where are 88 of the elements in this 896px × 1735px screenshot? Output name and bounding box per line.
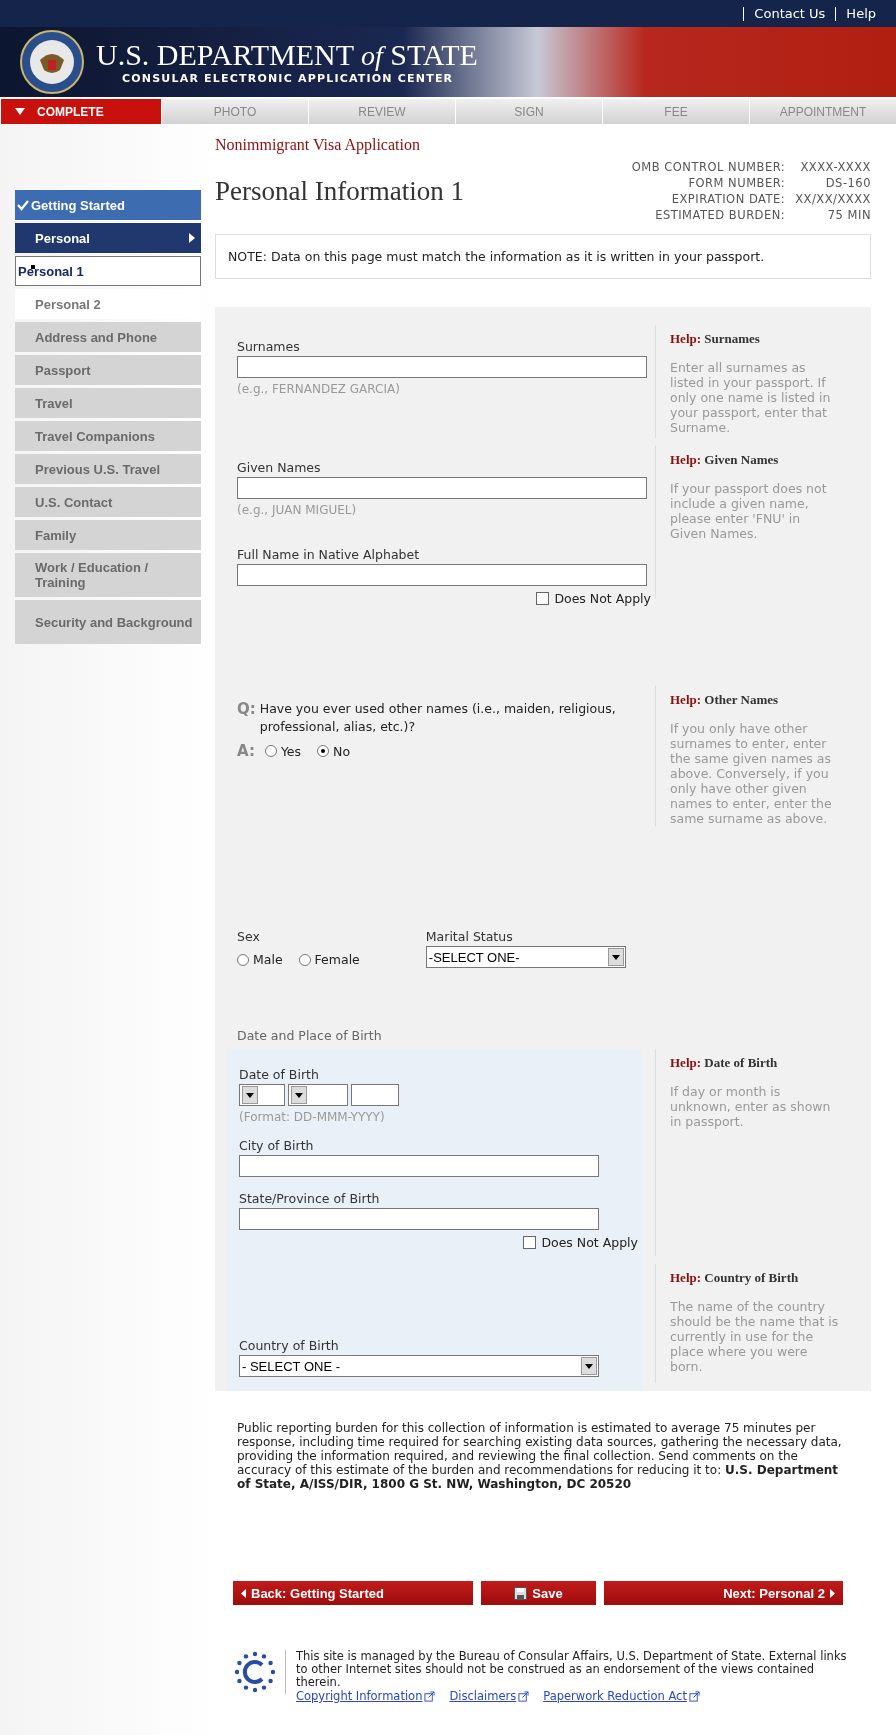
star-ring-logo-icon (233, 1650, 286, 1694)
radio-option[interactable]: Yes (264, 743, 302, 759)
field-label: Country of Birth (239, 1338, 340, 1353)
sidebar-item[interactable]: Address and Phone (15, 322, 201, 352)
save-button[interactable]: Save (481, 1581, 596, 1605)
application-title: Nonimmigrant Visa Application (215, 136, 421, 154)
sidebar-item[interactable]: Security and Background (15, 600, 201, 644)
text-field[interactable] (237, 477, 647, 499)
field-label: State/Province of Birth (239, 1191, 381, 1206)
text-field[interactable] (239, 1208, 599, 1230)
field-label: Date of Birth (239, 1067, 320, 1082)
field-hint: (Format: DD-MMM-YYYY) (239, 1110, 386, 1124)
header-link[interactable]: Contact Us (743, 6, 836, 21)
help-text: If day or month is unknown, enter as shown in passport. (670, 1084, 831, 1129)
field-label: City of Birth (239, 1138, 315, 1153)
step-tab[interactable]: COMPLETE (0, 99, 161, 124)
help-title: Help: Given Names (670, 452, 780, 467)
field-hint: (e.g., JUAN MIGUEL) (237, 503, 358, 517)
month-select[interactable] (288, 1084, 348, 1106)
select-field[interactable]: -SELECT ONE- (425, 946, 626, 968)
help-text: The name of the country should be the name that is currently in use for the place where you were born. (670, 1299, 839, 1374)
sidebar-item[interactable]: Travel Companions (15, 421, 201, 451)
note-text: NOTE: Data on this page must match the information as it is written in your passport. (215, 234, 871, 279)
sidebar-item[interactable]: Personal 1 (15, 256, 201, 286)
site-subtitle: CONSULAR ELECTRONIC APPLICATION CENTER (121, 72, 455, 85)
site-title: U.S. DEPARTMENT of STATE (96, 39, 478, 72)
select-field[interactable]: - SELECT ONE - (239, 1355, 599, 1377)
help-text: Enter all surnames as listed in your passport. If only one name is listed in your passport, enter that Surname. (670, 360, 831, 435)
header-link[interactable]: Help (835, 6, 886, 21)
radio-option[interactable]: No (317, 743, 351, 759)
sidebar-item[interactable]: Travel (15, 388, 201, 418)
burden-text: Public reporting burden for this collection of information is estimated to average 75 minutes per response, including time required for searching existing data sources, gathering the necessary data, providing the information required, and reviewing the final collection. Send comments on the accuracy of this estimate of the burden and recommendations for reducing it to: U.S. Department of State, A/ISS/DIR, 1800 G St. NW, Washington, DC 20520 (215, 1391, 871, 1501)
field-label: Full Name in Native Alphabet (237, 547, 421, 562)
footer-link[interactable]: Copyright Information (296, 1690, 436, 1703)
text-field[interactable] (237, 356, 647, 378)
does-not-apply-checkbox[interactable]: Does Not Apply (536, 591, 651, 606)
emblem-icon (20, 30, 84, 94)
info-label: EXPIRATION DATE: (671, 192, 786, 206)
sidebar-item[interactable]: Work / Education / Training (15, 553, 201, 597)
sidebar-item[interactable]: Previous U.S. Travel (15, 454, 201, 484)
external-link-icon (688, 1691, 700, 1702)
left-triangle-icon (241, 1588, 246, 1598)
day-select[interactable] (239, 1084, 285, 1106)
next-button[interactable]: Next: Personal 2 (604, 1581, 843, 1605)
info-value: XXXX-XXXX (800, 160, 871, 174)
does-not-apply-checkbox[interactable]: Does Not Apply (523, 1235, 638, 1250)
radio-option[interactable]: Male (237, 952, 283, 967)
help-title: Help: Other Names (670, 692, 780, 707)
sidebar-item[interactable]: Personal (15, 223, 201, 253)
info-value: 75 MIN (827, 208, 871, 222)
radio-option[interactable]: Female (298, 952, 360, 967)
page-title: Personal Information 1 (215, 175, 464, 207)
right-triangle-icon (830, 1588, 835, 1598)
question-text: Have you ever used other names (i.e., maiden, religious, professional, alias, etc.)? (259, 700, 617, 736)
info-value: XX/XX/XXXX (795, 192, 871, 206)
year-field[interactable] (351, 1084, 399, 1106)
text-field[interactable] (239, 1155, 599, 1177)
info-label: OMB CONTROL NUMBER: (631, 160, 786, 174)
help-title: Help: Surnames (670, 331, 761, 346)
help-text: If your passport does not include a given name, please enter 'FNU' in Given Names. (670, 481, 827, 541)
footer-text: This site is managed by the Bureau of Consular Affairs, U.S. Department of State. External links to other Internet sites should not be construed as an endorsement of the views contained therein. (296, 1649, 847, 1689)
info-label: ESTIMATED BURDEN: (655, 208, 786, 222)
answer-mark-label: A: (237, 742, 255, 760)
section-heading: Date and Place of Birth (237, 1028, 383, 1043)
external-link-icon (424, 1691, 436, 1702)
field-label: Surnames (237, 339, 301, 354)
right-triangle-icon (189, 233, 195, 243)
info-value: DS-160 (825, 176, 871, 190)
info-label: FORM NUMBER: (688, 176, 786, 190)
question-mark-label: Q: (237, 700, 256, 720)
footer-link[interactable]: Disclaimers (449, 1690, 530, 1703)
text-field[interactable] (237, 564, 647, 586)
field-label: Marital Status (425, 929, 514, 944)
checkmark-icon (17, 199, 29, 211)
help-title: Help: Date of Birth (670, 1055, 779, 1070)
field-label: Sex (237, 929, 261, 944)
help-text: If you only have other surnames to enter, enter the same given names as above. Conversely, if you only have other given names to enter, enter the same surname as above. (670, 721, 832, 826)
sidebar-item[interactable]: Family (15, 520, 201, 550)
sidebar-item[interactable]: U.S. Contact (15, 487, 201, 517)
help-title: Help: Country of Birth (670, 1270, 800, 1285)
field-hint: (e.g., FERNANDEZ GARCIA) (237, 382, 401, 396)
footer-link[interactable]: Paperwork Reduction Act (543, 1690, 700, 1703)
back-button[interactable]: Back: Getting Started (233, 1581, 473, 1605)
external-link-icon (518, 1691, 530, 1702)
caret-icon (15, 108, 25, 115)
field-label: Given Names (237, 460, 322, 475)
sidebar-item[interactable]: Passport (15, 355, 201, 385)
sidebar-item[interactable]: Getting Started (15, 190, 201, 220)
